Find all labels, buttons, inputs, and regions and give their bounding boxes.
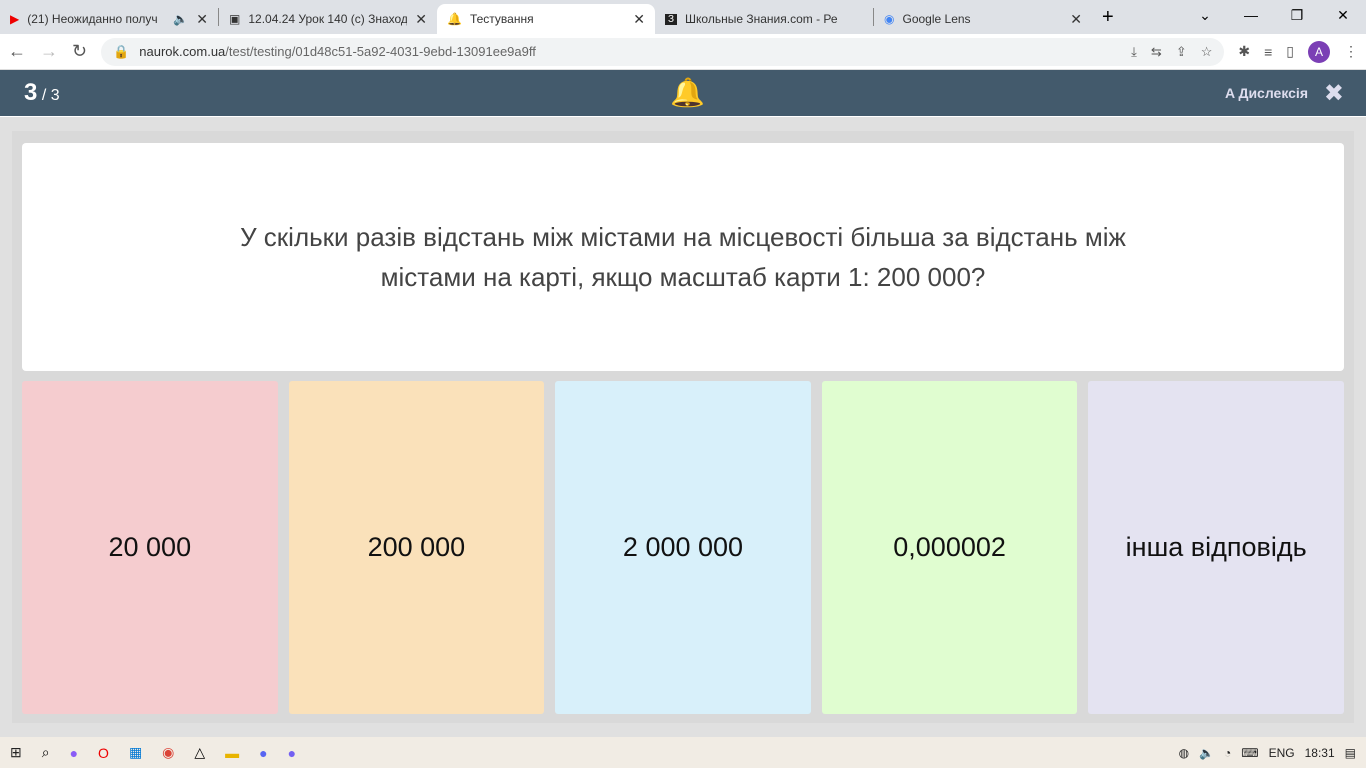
minimize-button[interactable]: — <box>1228 0 1274 30</box>
dyslexia-button[interactable]: A Дислексія <box>1225 85 1308 101</box>
bell-icon: 🔔 <box>447 12 462 26</box>
answer-option-2[interactable]: 200 000 <box>288 381 545 714</box>
tab-google-lens[interactable]: ◉ Google Lens ✕ <box>874 4 1092 34</box>
wifi-icon[interactable]: ◔ <box>1224 746 1231 760</box>
question-text: У скільки разів відстань між містами на … <box>22 143 1344 371</box>
answer-option-5[interactable]: інша відповідь <box>1088 381 1344 714</box>
windows-start-icon[interactable]: ⊞ <box>10 744 22 761</box>
address-bar-row: ← → ↻ 🔒 naurok.com.ua/test/testing/01d48c… <box>0 34 1366 70</box>
tab-youtube[interactable]: ▶ (21) Неожиданно получ 🔈 ✕ <box>0 4 218 34</box>
taskbar: ⊞ ⌕ ● O ▦ ◉ △ ▬ ● ● ◍ 🔈 ◔ ⌨ ENG 18:31 ▤ <box>0 737 1366 768</box>
url-input[interactable]: 🔒 naurok.com.ua/test/testing/01d48c51-5a9… <box>101 37 1225 66</box>
close-tab-icon[interactable]: ✕ <box>415 11 427 28</box>
translate-icon[interactable]: ⇆ <box>1151 44 1162 60</box>
lens-icon: ◉ <box>884 12 895 26</box>
close-tab-icon[interactable]: ✕ <box>1070 11 1082 28</box>
forward-button[interactable]: → <box>40 41 58 62</box>
discord-icon[interactable]: ● <box>259 745 267 761</box>
folder-icon[interactable]: ▬ <box>225 745 239 761</box>
app-icon[interactable]: ● <box>70 745 78 761</box>
opera-icon[interactable]: O <box>98 745 109 761</box>
close-tab-icon[interactable]: ✕ <box>633 11 645 28</box>
tab-classroom[interactable]: ▣ 12.04.24 Урок 140 (с) Знаход ✕ <box>219 4 437 34</box>
menu-icon[interactable]: ⋮ <box>1344 43 1358 60</box>
close-test-button[interactable]: ✖ <box>1324 79 1344 108</box>
extensions-icon[interactable]: ✱ <box>1238 43 1250 60</box>
clock[interactable]: 18:31 <box>1305 746 1335 760</box>
viber-icon[interactable]: ● <box>288 745 296 761</box>
tab-strip: ▶ (21) Неожиданно получ 🔈 ✕ ▣ 12.04.24 Урок … <box>0 0 1366 34</box>
tab-testing[interactable]: 🔔 Тестування ✕ <box>437 4 655 34</box>
chrome-icon[interactable]: ◉ <box>162 744 174 761</box>
new-tab-button[interactable]: + <box>1102 6 1114 29</box>
test-header: 3 / 3 🔔 A Дислексія ✖ <box>0 70 1366 116</box>
close-tab-icon[interactable]: ✕ <box>196 11 208 28</box>
app-icon[interactable]: △ <box>194 744 205 761</box>
tab-search-button[interactable]: ⌄ <box>1182 0 1228 30</box>
reload-button[interactable]: ↻ <box>72 41 87 62</box>
close-window-button[interactable]: ✕ <box>1320 0 1366 30</box>
back-button[interactable]: ← <box>8 41 26 62</box>
classroom-icon: ▣ <box>229 12 241 26</box>
star-icon[interactable]: ☆ <box>1201 44 1213 60</box>
side-panel-icon[interactable]: ▯ <box>1286 43 1294 60</box>
language-indicator[interactable]: ENG <box>1269 746 1295 760</box>
store-icon[interactable]: ▦ <box>129 744 142 761</box>
volume-icon[interactable]: 🔈 <box>1199 746 1214 760</box>
search-icon[interactable]: ⌕ <box>42 744 50 761</box>
znanija-icon: З <box>665 13 678 25</box>
notifications-icon[interactable]: ▤ <box>1345 746 1356 760</box>
question-counter: 3 / 3 <box>24 79 60 106</box>
answer-option-3[interactable]: 2 000 000 <box>555 381 811 714</box>
speaker-icon[interactable]: 🔈 <box>173 12 188 26</box>
avatar[interactable]: A <box>1308 40 1330 63</box>
share-icon[interactable]: ⇪ <box>1176 44 1187 60</box>
restore-button[interactable]: ❐ <box>1274 0 1320 30</box>
keyboard-icon[interactable]: ⌨ <box>1241 746 1258 760</box>
system-tray: ◍ 🔈 ◔ ⌨ ENG 18:31 ▤ <box>1179 746 1356 760</box>
answer-options: 20 000 200 000 2 000 000 0,000002 інша в… <box>22 381 1344 714</box>
tab-znanija[interactable]: З Школьные Знания.com - Ре <box>655 4 873 34</box>
network-icon[interactable]: ◍ <box>1179 746 1189 760</box>
install-icon[interactable]: ⤓ <box>1131 44 1137 60</box>
youtube-icon: ▶ <box>10 12 20 26</box>
answer-option-1[interactable]: 20 000 <box>22 381 278 714</box>
lock-icon: 🔒 <box>113 43 130 59</box>
bell-icon: 🔔 <box>670 77 705 108</box>
answer-option-4[interactable]: 0,000002 <box>821 381 1078 714</box>
media-icon[interactable]: ≡ <box>1264 44 1272 60</box>
